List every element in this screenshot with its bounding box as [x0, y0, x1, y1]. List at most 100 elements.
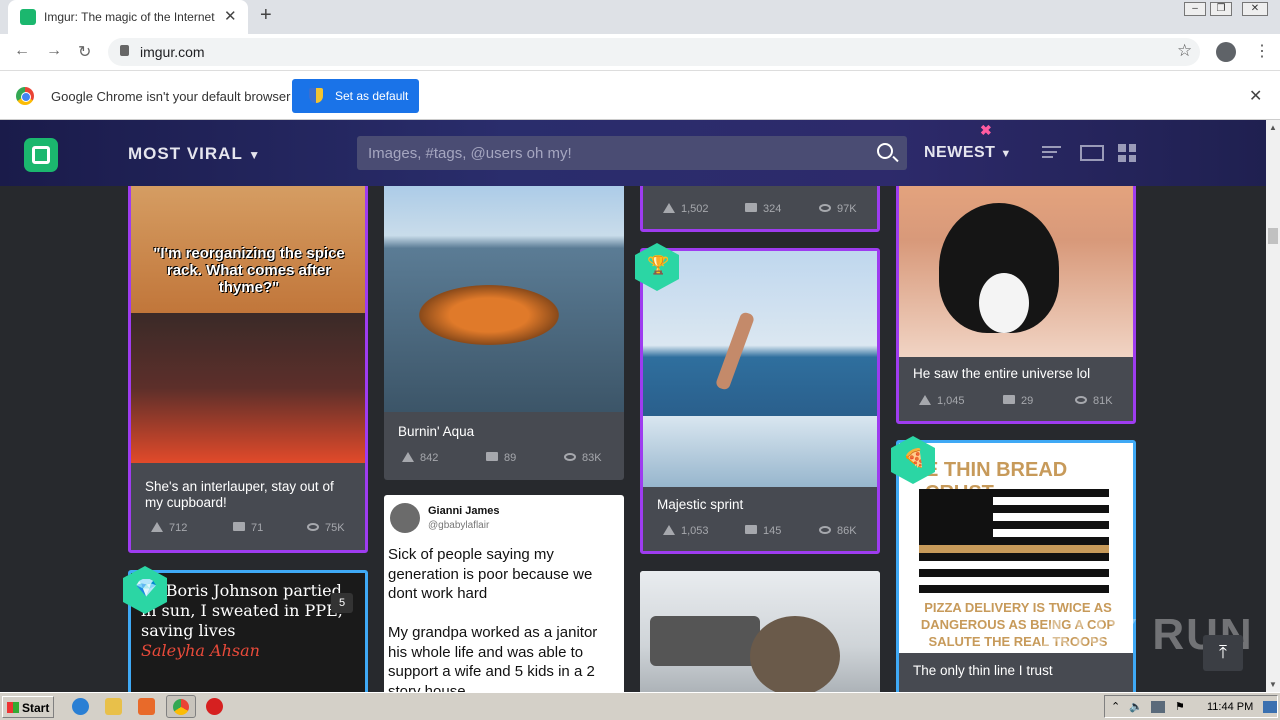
- grid-view-icon[interactable]: [1118, 144, 1136, 162]
- start-label: Start: [22, 701, 50, 715]
- thin-line-flag: [919, 489, 1109, 593]
- lock-icon: [120, 45, 129, 56]
- post-title: The only thin line I trust: [913, 663, 1053, 678]
- post-title: Majestic sprint: [657, 497, 744, 512]
- comment-icon: [233, 522, 245, 531]
- upvote-icon[interactable]: [663, 525, 675, 535]
- post-image: "I'm reorganizing the spice rack. What c…: [131, 163, 365, 463]
- profile-avatar-icon[interactable]: [1216, 42, 1236, 62]
- comment-icon: [745, 525, 757, 534]
- url-text[interactable]: imgur.com: [140, 44, 205, 60]
- minimize-button[interactable]: –: [1184, 2, 1206, 16]
- restore-button[interactable]: ❐: [1210, 2, 1232, 16]
- views-icon: [564, 453, 576, 461]
- imgur-logo-icon[interactable]: [24, 138, 58, 172]
- upvote-icon[interactable]: [919, 395, 931, 405]
- meme-caption: "I'm reorganizing the spice rack. What c…: [153, 245, 345, 296]
- reload-button[interactable]: ↻: [78, 42, 91, 62]
- post-title: He saw the entire universe lol: [913, 366, 1091, 381]
- imgur-favicon-icon: [20, 9, 36, 25]
- show-desktop-icon[interactable]: [1263, 701, 1277, 713]
- search-placeholder: Images, #tags, @users oh my!: [368, 145, 572, 162]
- kitten-face: [979, 273, 1029, 333]
- post-card[interactable]: Majestic sprint 1,053 145 86K: [640, 248, 880, 554]
- post-image: [899, 163, 1133, 357]
- post-card[interactable]: [640, 571, 880, 696]
- views-icon: [819, 204, 831, 212]
- views-icon: [307, 523, 319, 531]
- clock: 11:44 PM: [1207, 701, 1254, 713]
- forward-button[interactable]: →: [46, 42, 62, 60]
- omnibox[interactable]: imgur.com: [108, 38, 1200, 66]
- windows-flag-icon: [7, 702, 19, 713]
- upvote-icon[interactable]: [151, 522, 163, 532]
- sort-dropdown[interactable]: NEWEST ▼: [924, 144, 1012, 162]
- tray-expand-icon[interactable]: ⌃: [1111, 700, 1120, 713]
- post-title: She's an interlauper, stay out of my cup…: [145, 479, 334, 510]
- chrome-logo-icon: [16, 87, 34, 105]
- comment-icon: [745, 203, 757, 212]
- chevron-down-icon: ▼: [1000, 148, 1012, 160]
- tab-close-icon[interactable]: ✕: [224, 7, 237, 25]
- volume-icon[interactable]: 🔈: [1129, 700, 1143, 713]
- tweet-author-name: Gianni James: [428, 505, 500, 517]
- bat: [750, 616, 840, 696]
- avatar: [390, 503, 420, 533]
- truck: [650, 616, 760, 666]
- runner: [714, 311, 756, 391]
- decor-star-icon: ✖: [980, 122, 992, 138]
- start-button[interactable]: Start: [2, 696, 54, 718]
- window-close-button[interactable]: ✕: [1242, 2, 1268, 16]
- section-label: MOST VIRAL: [128, 144, 243, 163]
- section-dropdown[interactable]: MOST VIRAL ▼: [128, 144, 261, 164]
- chevron-down-icon: ▼: [248, 148, 262, 162]
- set-as-default-label: Set as default: [335, 89, 409, 103]
- post-card[interactable]: "I'm reorganizing the spice rack. What c…: [128, 160, 368, 553]
- windows-taskbar: Start ⌃ 🔈 ⚑ 11:44 PM: [0, 692, 1280, 720]
- comment-icon: [486, 452, 498, 461]
- post-card[interactable]: He saw the entire universe lol 1,045 29 …: [896, 160, 1136, 424]
- system-tray: ⌃ 🔈 ⚑ 11:44 PM: [1104, 695, 1278, 718]
- chrome-menu-icon[interactable]: ⋮: [1254, 41, 1270, 61]
- upvote-icon[interactable]: [402, 452, 414, 462]
- chrome-taskbar-button[interactable]: [166, 695, 196, 718]
- flag-icon[interactable]: ⚑: [1175, 700, 1185, 713]
- post-card[interactable]: Burnin' Aqua 842 89 83K: [384, 160, 624, 480]
- post-image: [384, 160, 624, 412]
- filter-icon[interactable]: [1042, 146, 1061, 159]
- bookmark-star-icon[interactable]: ☆: [1177, 41, 1192, 61]
- scroll-down-arrow-icon[interactable]: ▼: [1269, 680, 1277, 689]
- infobar-message: Google Chrome isn't your default browser: [51, 89, 291, 104]
- ie-icon[interactable]: [72, 698, 89, 715]
- quote-text: ile Boris Johnson partied in sun, I swea…: [141, 581, 343, 640]
- new-tab-button[interactable]: +: [260, 4, 272, 27]
- default-browser-infobar: Google Chrome isn't your default browser…: [0, 70, 1280, 120]
- shield-icon: [309, 88, 323, 103]
- back-button[interactable]: ←: [14, 42, 30, 60]
- comment-icon: [1003, 395, 1015, 404]
- search-icon[interactable]: [877, 143, 893, 159]
- tweet-text: My grandpa worked as a janitor his whole…: [388, 624, 598, 695]
- album-count-badge: 5: [331, 593, 353, 613]
- network-icon[interactable]: [1151, 701, 1165, 713]
- post-image: [640, 571, 880, 696]
- views-icon: [819, 526, 831, 534]
- tweet-post-card[interactable]: Gianni James @gbabylaflair Sick of peopl…: [384, 495, 624, 695]
- upvote-icon[interactable]: [663, 203, 675, 213]
- quote-author: Saleyha Ahsan: [141, 641, 260, 660]
- page-scrollbar[interactable]: ▲ ▼: [1266, 120, 1280, 692]
- browser-tab[interactable]: Imgur: The magic of the Internet ✕: [8, 0, 248, 34]
- scroll-up-arrow-icon[interactable]: ▲: [1269, 123, 1277, 132]
- scrollbar-thumb[interactable]: [1268, 228, 1278, 244]
- back-to-top-button[interactable]: ⤒: [1203, 635, 1243, 671]
- uniform-view-icon[interactable]: [1080, 145, 1104, 161]
- media-player-icon[interactable]: [138, 698, 155, 715]
- views-icon: [1075, 396, 1087, 404]
- tweet-handle: @gbabylaflair: [428, 520, 490, 531]
- orange-car: [419, 285, 559, 345]
- set-as-default-button[interactable]: Set as default: [292, 79, 419, 113]
- infobar-close-icon[interactable]: ✕: [1249, 86, 1262, 106]
- explorer-folder-icon[interactable]: [105, 698, 122, 715]
- opera-icon[interactable]: [206, 698, 223, 715]
- search-input[interactable]: Images, #tags, @users oh my!: [357, 136, 907, 170]
